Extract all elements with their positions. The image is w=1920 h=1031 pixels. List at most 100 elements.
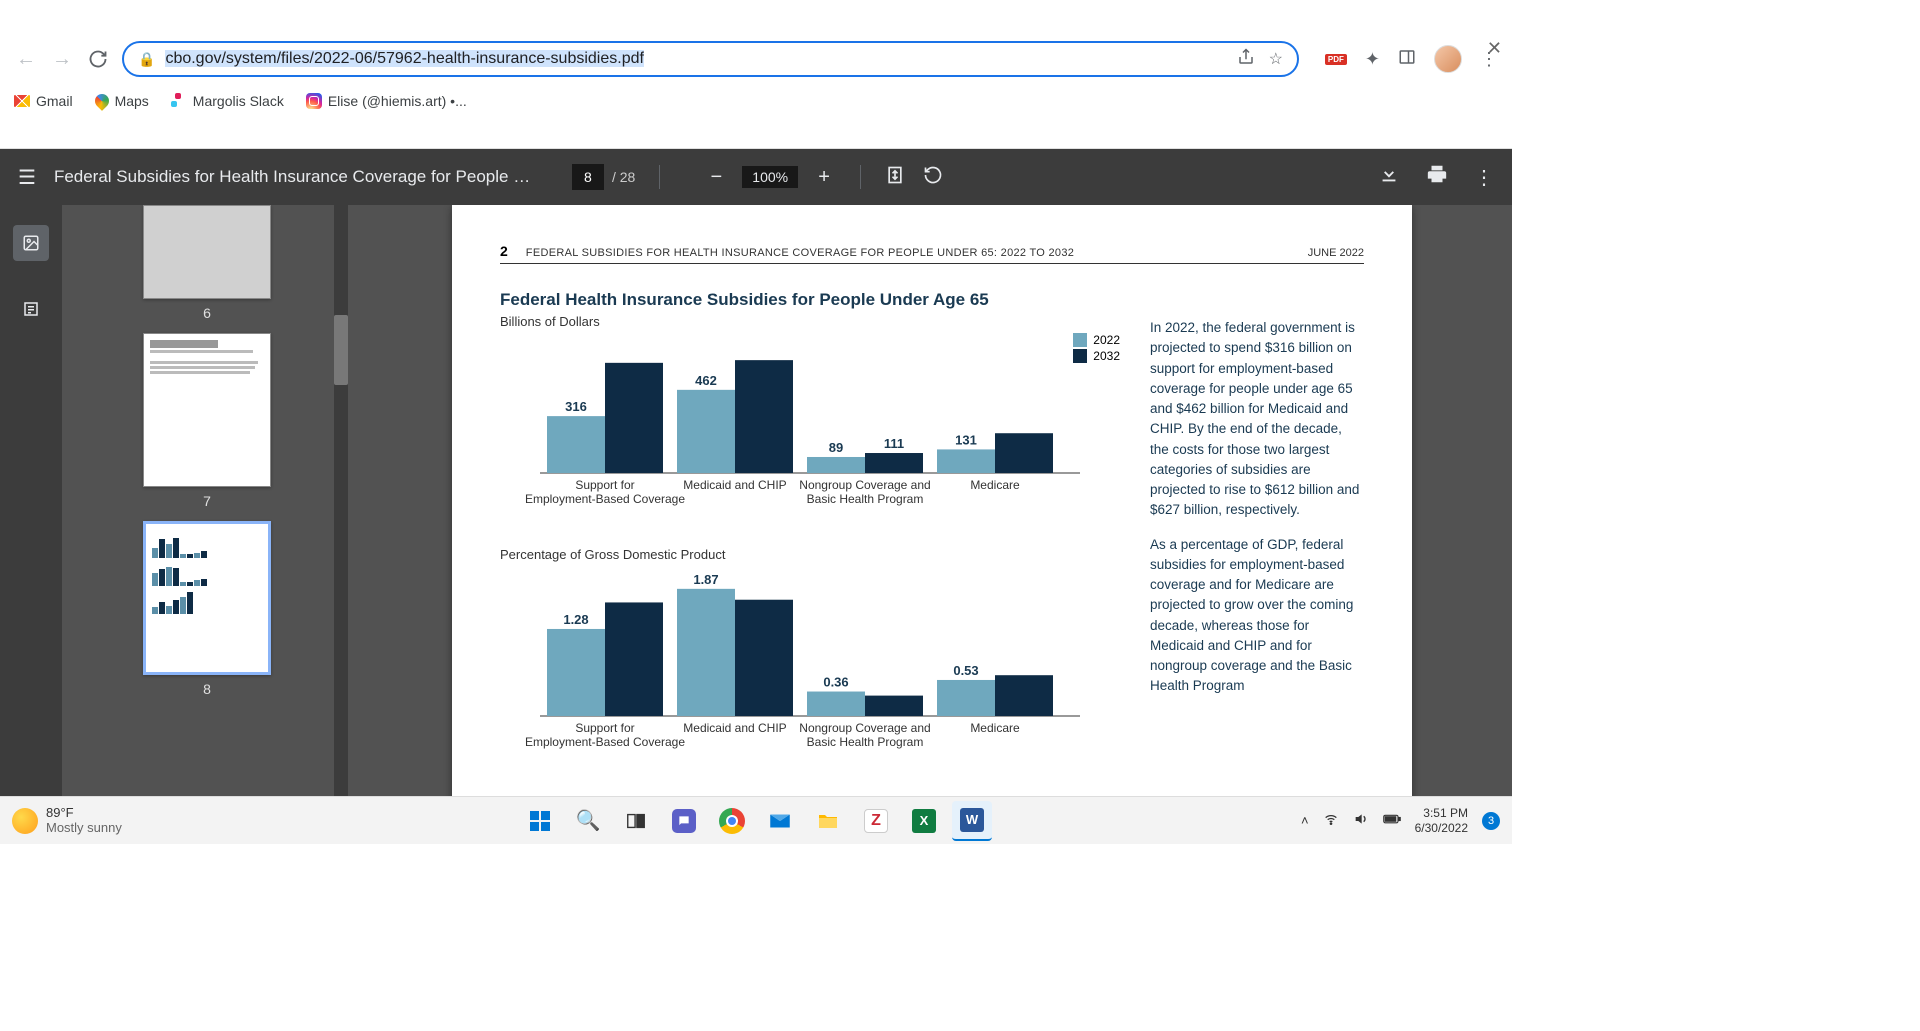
- bookmark-maps[interactable]: Maps: [95, 93, 149, 109]
- document-title: Federal Subsidies for Health Insurance C…: [54, 167, 534, 187]
- print-icon[interactable]: [1426, 163, 1448, 191]
- reload-button[interactable]: [86, 47, 110, 71]
- weather-widget[interactable]: 89°F Mostly sunny: [12, 806, 122, 835]
- battery-icon[interactable]: [1383, 813, 1401, 828]
- svg-text:Medicare: Medicare: [970, 478, 1020, 492]
- pdf-toolbar: ☰ Federal Subsidies for Health Insurance…: [0, 149, 1512, 205]
- svg-text:612: 612: [623, 346, 645, 361]
- page-number-input[interactable]: [572, 164, 604, 190]
- wifi-icon[interactable]: [1323, 811, 1339, 830]
- maps-icon: [92, 91, 112, 111]
- instagram-icon: [306, 93, 322, 109]
- svg-text:462: 462: [695, 373, 717, 388]
- tray-chevron-icon[interactable]: ˄: [1301, 813, 1309, 828]
- svg-text:Support for: Support for: [575, 721, 634, 735]
- bookmark-star-icon[interactable]: ☆: [1269, 49, 1283, 69]
- running-head: FEDERAL SUBSIDIES FOR HEALTH INSURANCE C…: [526, 247, 1074, 259]
- weather-icon: [12, 808, 38, 834]
- legend-swatch-2032: [1073, 349, 1087, 363]
- omnibox[interactable]: 🔒 cbo.gov/system/files/2022-06/57962-hea…: [122, 41, 1299, 77]
- pdf-extension-icon[interactable]: PDF: [1325, 54, 1347, 65]
- download-icon[interactable]: [1378, 163, 1400, 191]
- thumbnails-rail-icon[interactable]: [13, 225, 49, 261]
- zoom-out-button[interactable]: −: [704, 166, 728, 189]
- svg-text:Support for: Support for: [575, 478, 634, 492]
- forward-button[interactable]: →: [50, 47, 74, 71]
- page-controls: / 28: [572, 164, 635, 190]
- volume-icon[interactable]: [1353, 811, 1369, 830]
- svg-text:0.6: 0.6: [1015, 658, 1033, 673]
- zotero-app-icon[interactable]: Z: [856, 801, 896, 841]
- page-number: 2: [500, 243, 508, 259]
- svg-text:0.53: 0.53: [953, 663, 978, 678]
- svg-text:Basic Health Program: Basic Health Program: [807, 492, 924, 506]
- divider: [659, 165, 660, 189]
- svg-text:1.71: 1.71: [751, 583, 776, 598]
- extensions-icon[interactable]: ✦: [1365, 49, 1380, 70]
- svg-text:0.36: 0.36: [823, 675, 848, 690]
- hamburger-icon[interactable]: ☰: [18, 165, 36, 190]
- left-rail: [0, 205, 62, 796]
- tray-clock[interactable]: 3:51 PM 6/30/2022: [1415, 806, 1468, 835]
- divider: [860, 165, 861, 189]
- gmail-icon: [14, 95, 30, 107]
- svg-text:Employment-Based Coverage: Employment-Based Coverage: [525, 735, 685, 749]
- zoom-controls: − 100% +: [704, 166, 836, 189]
- svg-text:Employment-Based Coverage: Employment-Based Coverage: [525, 492, 685, 506]
- side-panel-icon[interactable]: [1398, 48, 1416, 71]
- outline-rail-icon[interactable]: [13, 291, 49, 327]
- thumbnail-8[interactable]: 8: [143, 521, 271, 697]
- svg-text:316: 316: [565, 399, 587, 414]
- thumbnail-6[interactable]: 6: [143, 205, 271, 321]
- weather-cond: Mostly sunny: [46, 821, 122, 835]
- pdf-more-icon[interactable]: ⋮: [1474, 165, 1494, 190]
- bookmark-gmail[interactable]: Gmail: [14, 93, 73, 109]
- pdf-body: 6 7 8 2 FEDERAL SUBSIDIES FOR HEALTH INS…: [0, 205, 1512, 796]
- pdf-page: 2 FEDERAL SUBSIDIES FOR HEALTH INSURANCE…: [452, 205, 1412, 796]
- chart-subtitle-1: Billions of Dollars: [500, 314, 1120, 329]
- notification-badge[interactable]: 3: [1482, 812, 1500, 830]
- mail-app-icon[interactable]: [760, 801, 800, 841]
- start-button[interactable]: [520, 801, 560, 841]
- page-total: / 28: [612, 169, 635, 185]
- explorer-app-icon[interactable]: [808, 801, 848, 841]
- chart-1: 2022 2032 316612Support forEmployment-Ba…: [500, 337, 1120, 507]
- taskbar-center: 🔍 Z X W: [520, 801, 992, 841]
- window-close-icon[interactable]: ✕: [1487, 38, 1502, 59]
- fit-page-icon[interactable]: [885, 165, 905, 190]
- lock-icon: 🔒: [138, 51, 155, 68]
- page-date: JUNE 2022: [1308, 247, 1364, 259]
- side-text-column: In 2022, the federal government is proje…: [1150, 290, 1364, 790]
- excel-app-icon[interactable]: X: [904, 801, 944, 841]
- profile-avatar[interactable]: [1434, 45, 1462, 73]
- svg-text:0.3: 0.3: [885, 679, 903, 694]
- search-button[interactable]: 🔍: [568, 801, 608, 841]
- share-icon[interactable]: [1237, 48, 1255, 71]
- svg-text:Medicaid and CHIP: Medicaid and CHIP: [683, 478, 786, 492]
- thumbnails-panel[interactable]: 6 7 8: [62, 205, 352, 796]
- chat-app-icon[interactable]: [664, 801, 704, 841]
- page-area[interactable]: 2 FEDERAL SUBSIDIES FOR HEALTH INSURANCE…: [352, 205, 1512, 796]
- bookmark-slack[interactable]: Margolis Slack: [171, 93, 284, 109]
- chart-1-svg: 316 612 Support forEmployment-Based Covera…: [500, 337, 1120, 507]
- bookmark-instagram[interactable]: Elise (@hiemis.art) •...: [306, 93, 467, 109]
- word-app-icon[interactable]: W: [952, 801, 992, 841]
- side-paragraph-1: In 2022, the federal government is proje…: [1150, 318, 1364, 521]
- thumbnail-scrollbar-handle[interactable]: [334, 315, 348, 385]
- svg-text:111: 111: [884, 436, 904, 451]
- rotate-icon[interactable]: [923, 165, 943, 190]
- chrome-app-icon[interactable]: [712, 801, 752, 841]
- svg-text:Medicaid and CHIP: Medicaid and CHIP: [683, 721, 786, 735]
- zoom-level: 100%: [742, 166, 798, 188]
- pdf-right-actions: ⋮: [1378, 163, 1494, 191]
- svg-text:89: 89: [829, 440, 843, 455]
- task-view-button[interactable]: [616, 801, 656, 841]
- system-tray: ˄ 3:51 PM 6/30/2022 3: [1301, 806, 1500, 835]
- thumbnail-scrollbar-track[interactable]: [334, 205, 348, 796]
- svg-text:221: 221: [1013, 416, 1035, 431]
- chart-subtitle-2: Percentage of Gross Domestic Product: [500, 547, 1120, 562]
- zoom-in-button[interactable]: +: [812, 166, 836, 189]
- back-button[interactable]: ←: [14, 47, 38, 71]
- thumbnail-7[interactable]: 7: [143, 333, 271, 509]
- browser-toolbar-icons: PDF ✦ ⋮: [1325, 45, 1498, 73]
